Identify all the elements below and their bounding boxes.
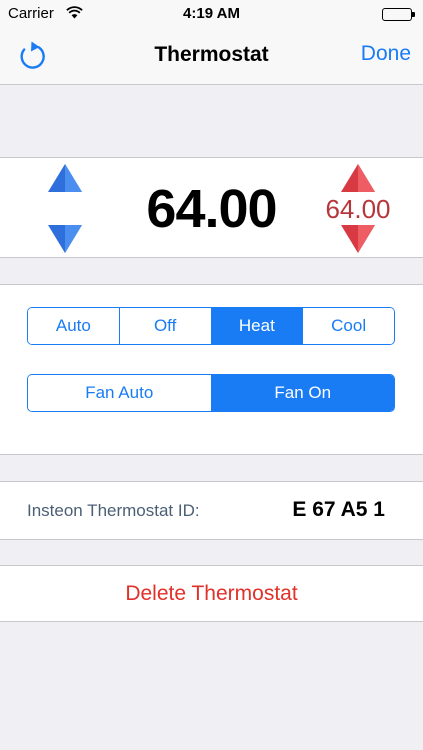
done-button[interactable]: Done — [361, 42, 411, 66]
mode-option-auto[interactable]: Auto — [28, 308, 119, 344]
heat-down-arrow-icon[interactable] — [341, 225, 375, 253]
status-bar: Carrier 4:19 AM — [0, 0, 423, 28]
navigation-bar: Thermostat Done — [0, 28, 423, 85]
page-title: Thermostat — [154, 43, 269, 66]
delete-thermostat-button[interactable]: Delete Thermostat — [0, 565, 423, 622]
fan-segmented-control: Fan Auto Fan On — [27, 374, 395, 412]
fan-option-on[interactable]: Fan On — [210, 375, 394, 411]
fan-option-auto[interactable]: Fan Auto — [28, 375, 211, 411]
device-id-label: Insteon Thermostat ID: — [27, 501, 200, 520]
mode-option-off[interactable]: Off — [118, 308, 211, 344]
mode-option-heat[interactable]: Heat — [210, 308, 303, 344]
setpoint-temperature: 64.00 — [325, 194, 391, 224]
mode-option-cool[interactable]: Cool — [302, 308, 394, 344]
delete-thermostat-label: Delete Thermostat — [125, 582, 298, 605]
device-id-value: E 67 A5 1 — [292, 498, 385, 521]
battery-icon — [382, 8, 415, 21]
mode-segmented-control: Auto Off Heat Cool — [27, 307, 395, 345]
heat-up-arrow-icon[interactable] — [341, 164, 375, 192]
temperature-panel: 64.00 64.00 — [0, 157, 423, 258]
device-id-row: Insteon Thermostat ID: E 67 A5 1 — [0, 481, 423, 540]
status-time: 4:19 AM — [183, 5, 240, 22]
mode-panel: Auto Off Heat Cool Fan Auto Fan On — [0, 284, 423, 455]
